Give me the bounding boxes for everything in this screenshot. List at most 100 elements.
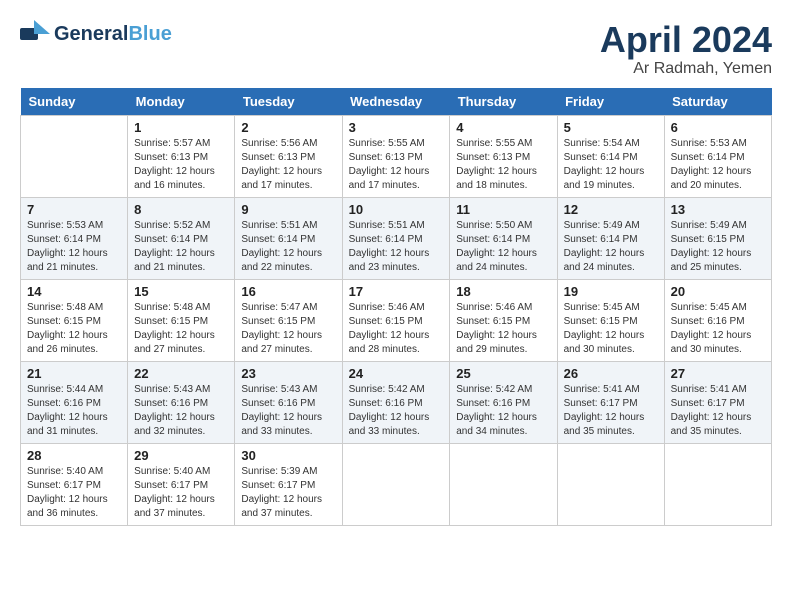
calendar-cell: 22 Sunrise: 5:43 AMSunset: 6:16 PMDayligh… <box>128 361 235 443</box>
calendar-cell: 15 Sunrise: 5:48 AMSunset: 6:15 PMDayligh… <box>128 279 235 361</box>
calendar-cell: 6 Sunrise: 5:53 AMSunset: 6:14 PMDaylight… <box>664 115 771 197</box>
day-info: Sunrise: 5:48 AMSunset: 6:15 PMDaylight:… <box>27 301 121 357</box>
calendar-location: Ar Radmah, Yemen <box>600 60 772 78</box>
calendar-table: SundayMondayTuesdayWednesdayThursdayFrid… <box>20 88 772 526</box>
calendar-cell: 5Sunrise: 5:54 AMSunset: 6:14 PMDaylight… <box>557 115 664 197</box>
day-number: 14 <box>27 284 121 299</box>
day-info: Sunrise: 5:46 AMSunset: 6:15 PMDaylight:… <box>456 301 550 357</box>
day-number: 25 <box>456 366 550 381</box>
day-number: 10 <box>349 202 444 217</box>
calendar-cell: 12Sunrise: 5:49 AMSunset: 6:14 PMDayligh… <box>557 197 664 279</box>
day-number: 3 <box>349 120 444 135</box>
day-info: Sunrise: 5:53 AMSunset: 6:14 PMDaylight:… <box>27 219 121 275</box>
calendar-cell <box>450 443 557 525</box>
page-header: GeneralBlue April 2024 Ar Radmah, Yemen <box>20 20 772 78</box>
calendar-header-row: SundayMondayTuesdayWednesdayThursdayFrid… <box>21 88 772 116</box>
day-info: Sunrise: 5:53 AMSunset: 6:14 PMDaylight:… <box>671 137 765 193</box>
day-number: 4 <box>456 120 550 135</box>
day-info: Sunrise: 5:45 AMSunset: 6:16 PMDaylight:… <box>671 301 765 357</box>
calendar-cell: 24Sunrise: 5:42 AMSunset: 6:16 PMDayligh… <box>342 361 450 443</box>
header-wednesday: Wednesday <box>342 88 450 116</box>
logo-general: General <box>54 23 128 45</box>
header-saturday: Saturday <box>664 88 771 116</box>
calendar-cell: 26 Sunrise: 5:41 AMSunset: 6:17 PMDayligh… <box>557 361 664 443</box>
header-friday: Friday <box>557 88 664 116</box>
calendar-cell: 30Sunrise: 5:39 AMSunset: 6:17 PMDayligh… <box>235 443 342 525</box>
day-info: Sunrise: 5:55 AMSunset: 6:13 PMDaylight:… <box>349 137 444 193</box>
day-info: Sunrise: 5:42 AMSunset: 6:16 PMDaylight:… <box>456 383 550 439</box>
day-number: 2 <box>241 120 335 135</box>
calendar-cell: 19Sunrise: 5:45 AMSunset: 6:15 PMDayligh… <box>557 279 664 361</box>
calendar-title: April 2024 <box>600 20 772 60</box>
day-info: Sunrise: 5:49 AMSunset: 6:14 PMDaylight:… <box>564 219 658 275</box>
calendar-cell: 18 Sunrise: 5:46 AMSunset: 6:15 PMDayligh… <box>450 279 557 361</box>
day-info: Sunrise: 5:55 AMSunset: 6:13 PMDaylight:… <box>456 137 550 193</box>
day-info: Sunrise: 5:49 AMSunset: 6:15 PMDaylight:… <box>671 219 765 275</box>
day-info: Sunrise: 5:54 AMSunset: 6:14 PMDaylight:… <box>564 137 658 193</box>
day-number: 29 <box>134 448 228 463</box>
day-number: 24 <box>349 366 444 381</box>
day-number: 18 <box>456 284 550 299</box>
header-thursday: Thursday <box>450 88 557 116</box>
day-info: Sunrise: 5:52 AMSunset: 6:14 PMDaylight:… <box>134 219 228 275</box>
calendar-cell <box>664 443 771 525</box>
calendar-week-2: 7Sunrise: 5:53 AMSunset: 6:14 PMDaylight… <box>21 197 772 279</box>
day-number: 9 <box>241 202 335 217</box>
day-info: Sunrise: 5:40 AMSunset: 6:17 PMDaylight:… <box>134 465 228 521</box>
day-number: 17 <box>349 284 444 299</box>
day-info: Sunrise: 5:51 AMSunset: 6:14 PMDaylight:… <box>241 219 335 275</box>
calendar-cell: 2 Sunrise: 5:56 AMSunset: 6:13 PMDaylight… <box>235 115 342 197</box>
calendar-cell: 27 Sunrise: 5:41 AMSunset: 6:17 PMDayligh… <box>664 361 771 443</box>
calendar-cell: 10 Sunrise: 5:51 AMSunset: 6:14 PMDayligh… <box>342 197 450 279</box>
day-number: 15 <box>134 284 228 299</box>
calendar-cell: 8 Sunrise: 5:52 AMSunset: 6:14 PMDaylight… <box>128 197 235 279</box>
day-info: Sunrise: 5:41 AMSunset: 6:17 PMDaylight:… <box>671 383 765 439</box>
calendar-cell: 25 Sunrise: 5:42 AMSunset: 6:16 PMDayligh… <box>450 361 557 443</box>
day-number: 21 <box>27 366 121 381</box>
header-tuesday: Tuesday <box>235 88 342 116</box>
day-info: Sunrise: 5:57 AMSunset: 6:13 PMDaylight:… <box>134 137 228 193</box>
day-info: Sunrise: 5:46 AMSunset: 6:15 PMDaylight:… <box>349 301 444 357</box>
day-info: Sunrise: 5:41 AMSunset: 6:17 PMDaylight:… <box>564 383 658 439</box>
day-number: 1 <box>134 120 228 135</box>
day-info: Sunrise: 5:44 AMSunset: 6:16 PMDaylight:… <box>27 383 121 439</box>
calendar-cell <box>342 443 450 525</box>
day-number: 28 <box>27 448 121 463</box>
day-info: Sunrise: 5:40 AMSunset: 6:17 PMDaylight:… <box>27 465 121 521</box>
calendar-cell: 3 Sunrise: 5:55 AMSunset: 6:13 PMDaylight… <box>342 115 450 197</box>
calendar-cell: 20Sunrise: 5:45 AMSunset: 6:16 PMDayligh… <box>664 279 771 361</box>
day-number: 6 <box>671 120 765 135</box>
header-sunday: Sunday <box>21 88 128 116</box>
calendar-cell: 29 Sunrise: 5:40 AMSunset: 6:17 PMDayligh… <box>128 443 235 525</box>
calendar-cell: 9 Sunrise: 5:51 AMSunset: 6:14 PMDaylight… <box>235 197 342 279</box>
day-number: 27 <box>671 366 765 381</box>
day-number: 16 <box>241 284 335 299</box>
title-block: April 2024 Ar Radmah, Yemen <box>600 20 772 78</box>
header-monday: Monday <box>128 88 235 116</box>
day-number: 19 <box>564 284 658 299</box>
day-info: Sunrise: 5:43 AMSunset: 6:16 PMDaylight:… <box>241 383 335 439</box>
calendar-cell: 4 Sunrise: 5:55 AMSunset: 6:13 PMDaylight… <box>450 115 557 197</box>
day-number: 23 <box>241 366 335 381</box>
day-number: 11 <box>456 202 550 217</box>
day-number: 26 <box>564 366 658 381</box>
logo-blue: Blue <box>128 23 171 45</box>
calendar-cell: 28 Sunrise: 5:40 AMSunset: 6:17 PMDayligh… <box>21 443 128 525</box>
calendar-week-5: 28 Sunrise: 5:40 AMSunset: 6:17 PMDayligh… <box>21 443 772 525</box>
calendar-cell: 17 Sunrise: 5:46 AMSunset: 6:15 PMDayligh… <box>342 279 450 361</box>
calendar-cell: 21 Sunrise: 5:44 AMSunset: 6:16 PMDayligh… <box>21 361 128 443</box>
day-info: Sunrise: 5:50 AMSunset: 6:14 PMDaylight:… <box>456 219 550 275</box>
calendar-cell: 14 Sunrise: 5:48 AMSunset: 6:15 PMDayligh… <box>21 279 128 361</box>
day-info: Sunrise: 5:48 AMSunset: 6:15 PMDaylight:… <box>134 301 228 357</box>
calendar-cell: 23 Sunrise: 5:43 AMSunset: 6:16 PMDayligh… <box>235 361 342 443</box>
calendar-cell <box>21 115 128 197</box>
logo: GeneralBlue <box>20 20 172 48</box>
day-number: 22 <box>134 366 228 381</box>
day-info: Sunrise: 5:43 AMSunset: 6:16 PMDaylight:… <box>134 383 228 439</box>
day-info: Sunrise: 5:51 AMSunset: 6:14 PMDaylight:… <box>349 219 444 275</box>
day-info: Sunrise: 5:56 AMSunset: 6:13 PMDaylight:… <box>241 137 335 193</box>
logo-icon <box>20 20 50 48</box>
calendar-week-4: 21 Sunrise: 5:44 AMSunset: 6:16 PMDayligh… <box>21 361 772 443</box>
calendar-cell: 16Sunrise: 5:47 AMSunset: 6:15 PMDayligh… <box>235 279 342 361</box>
day-number: 8 <box>134 202 228 217</box>
